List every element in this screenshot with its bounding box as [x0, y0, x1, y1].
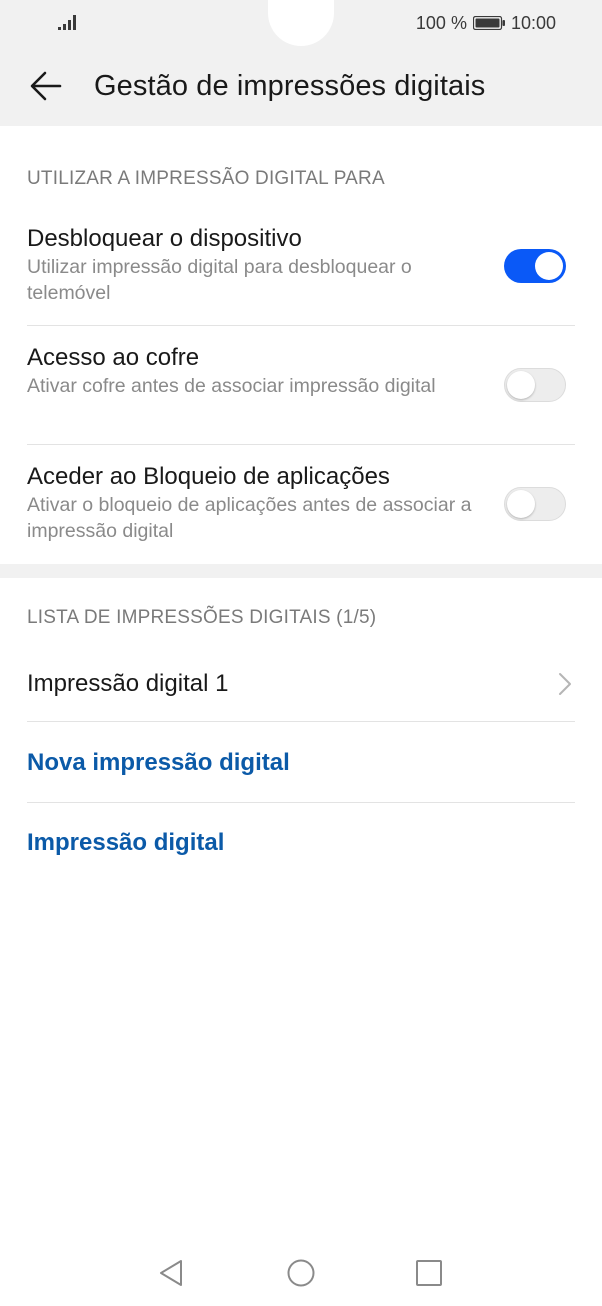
- status-bar: 100 % 10:00: [0, 0, 602, 46]
- setting-title: Desbloquear o dispositivo: [27, 225, 302, 252]
- setting-subtitle: Ativar cofre antes de associar impressão…: [27, 375, 436, 397]
- setting-title: Aceder ao Bloqueio de aplicações: [27, 463, 390, 490]
- app-lock-toggle[interactable]: [504, 487, 566, 521]
- battery-icon: [472, 16, 505, 30]
- setting-subtitle: Ativar o bloqueio de aplicações antes de…: [27, 494, 472, 542]
- setting-title: Acesso ao cofre: [27, 344, 200, 371]
- page-title: Gestão de impressões digitais: [94, 70, 486, 102]
- unlock-device-toggle[interactable]: [504, 249, 566, 283]
- new-fingerprint-link[interactable]: Nova impressão digital: [27, 749, 290, 777]
- nav-recent-icon[interactable]: [414, 1258, 444, 1288]
- divider: [27, 802, 575, 803]
- divider: [27, 444, 575, 445]
- status-right: 100 % 10:00: [416, 11, 556, 35]
- section-separator: [0, 564, 602, 578]
- section-header-use: UTILIZAR A IMPRESSÃO DIGITAL PARA: [27, 168, 385, 189]
- toggle-knob: [507, 490, 535, 518]
- section-header-list: LISTA DE IMPRESSÕES DIGITAIS (1/5): [27, 607, 377, 628]
- setting-row-safe-access[interactable]: Acesso ao cofre Ativar cofre antes de as…: [27, 343, 575, 399]
- header: Gestão de impressões digitais: [0, 56, 602, 118]
- divider: [27, 325, 575, 326]
- chevron-right-icon[interactable]: [558, 672, 572, 696]
- top-area: 100 % 10:00 Gestão de impressões digitai…: [0, 0, 602, 126]
- battery-percent: 100 %: [415, 12, 467, 33]
- setting-subtitle: Utilizar impressão digital para desbloqu…: [27, 256, 412, 304]
- signal-icon: [58, 15, 76, 30]
- fingerprint-link[interactable]: Impressão digital: [27, 829, 224, 857]
- toggle-knob: [507, 371, 535, 399]
- fingerprint-item[interactable]: Impressão digital 1: [27, 670, 228, 698]
- clock: 10:00: [510, 12, 556, 33]
- setting-row-unlock-device[interactable]: Desbloquear o dispositivo Utilizar impre…: [27, 224, 575, 306]
- toggle-knob: [535, 252, 563, 280]
- divider: [27, 721, 575, 722]
- navigation-bar: [0, 1240, 602, 1306]
- nav-home-icon[interactable]: [286, 1258, 316, 1288]
- safe-access-toggle[interactable]: [504, 368, 566, 402]
- back-arrow-icon[interactable]: [26, 66, 66, 106]
- screen: 100 % 10:00 Gestão de impressões digitai…: [0, 0, 602, 1306]
- setting-row-app-lock[interactable]: Aceder ao Bloqueio de aplicações Ativar …: [27, 462, 575, 544]
- nav-back-icon[interactable]: [157, 1258, 187, 1288]
